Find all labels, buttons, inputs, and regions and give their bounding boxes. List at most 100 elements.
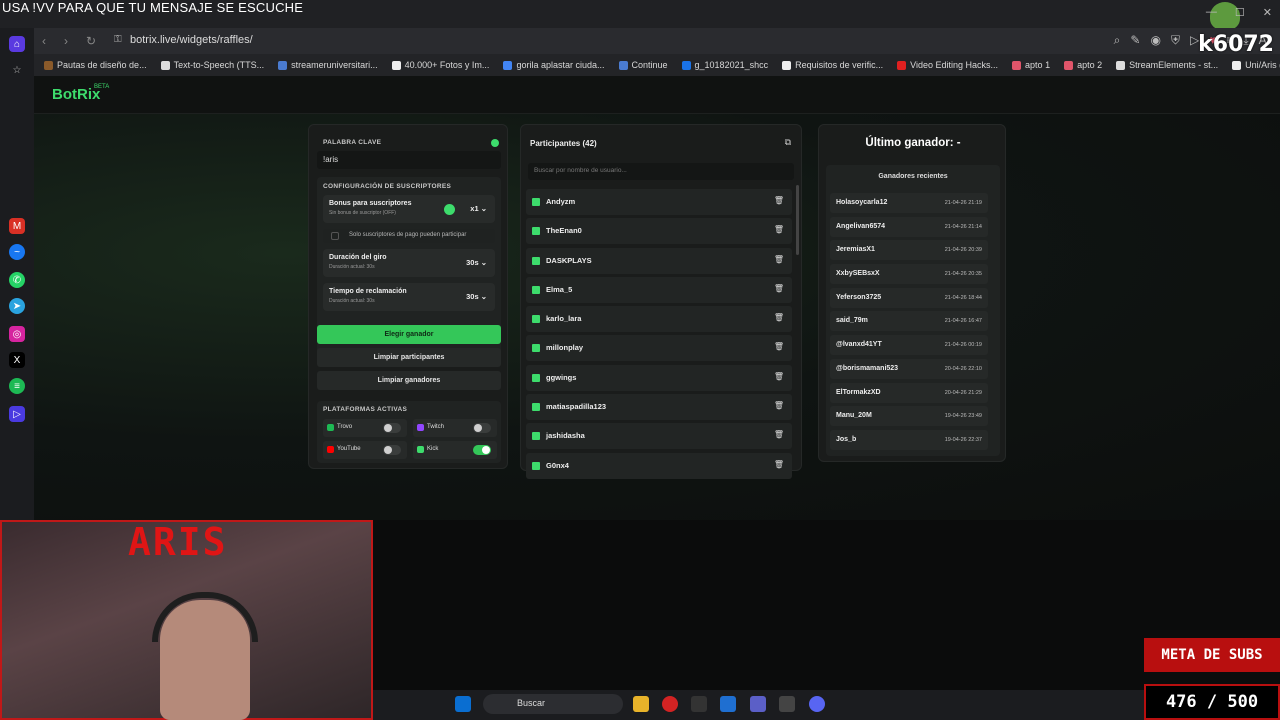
clear-winners-button[interactable]: Limpiar ganadores [317,371,501,390]
app-icon[interactable] [691,696,707,712]
bookmark-item[interactable]: Uni/Aris (@streame... [1232,60,1280,70]
telegram-icon[interactable]: ➤ [9,298,25,314]
recent-winners-title: Ganadores recientes [878,173,948,180]
forward-icon[interactable]: › [64,34,68,48]
instagram-icon[interactable]: ◎ [9,326,25,342]
participant-row: jashidasha 🗑 [526,423,792,450]
bookmark-label: apto 1 [1025,60,1051,70]
bookmark-item[interactable]: gorila aplastar ciuda... [503,60,605,70]
platform-item: Trovo [323,419,407,437]
pick-winner-button[interactable]: Elegir ganador [317,325,501,344]
file-explorer-icon[interactable] [633,696,649,712]
participant-name: ggwings [546,372,577,382]
spin-select[interactable]: 30s ⌄ [466,258,487,267]
bookmark-label: gorila aplastar ciuda... [516,60,605,70]
platform-toggle[interactable] [383,445,401,455]
delete-icon[interactable]: 🗑 [774,284,784,293]
app-icon[interactable] [720,696,736,712]
player-icon[interactable]: ▷ [9,406,25,422]
bookmark-item[interactable]: g_10182021_shcc [681,60,768,70]
close-icon[interactable]: ✕ [1263,6,1272,19]
copy-icon[interactable]: ⧉ [785,137,791,148]
spotify-icon[interactable]: ≡ [9,378,25,394]
bookmark-label: StreamElements - st... [1129,60,1219,70]
bookmark-item[interactable]: Continue [618,60,668,70]
minimize-icon[interactable]: — [1206,6,1217,19]
only-paid-checkbox-row[interactable]: Solo suscriptores de pago pueden partici… [323,229,495,243]
taskbar-search[interactable]: Buscar [483,694,623,714]
only-paid-checkbox[interactable] [331,232,339,240]
delete-icon[interactable]: 🗑 [774,342,784,351]
kick-icon [532,315,540,324]
search-icon[interactable]: ⌕ [1114,33,1121,48]
kick-icon [532,461,540,470]
bookmark-item[interactable]: StreamElements - st... [1116,60,1218,70]
platform-toggle[interactable] [473,445,491,455]
gmail-icon[interactable]: M [9,218,25,234]
participant-name: G0nx4 [546,460,569,470]
bookmark-item[interactable]: Pautas de diseño de... [44,60,147,70]
bookmark-item[interactable]: apto 1 [1012,60,1050,70]
store-icon[interactable] [779,696,795,712]
bonus-info-icon[interactable] [444,204,455,215]
bookmark-label: Uni/Aris (@streame... [1245,60,1280,70]
bookmark-item[interactable]: apto 2 [1064,60,1102,70]
platform-toggle[interactable] [473,423,491,433]
teams-icon[interactable] [750,696,766,712]
start-icon[interactable] [455,696,471,712]
participant-name: Elma_5 [546,284,573,294]
maximize-icon[interactable]: ☐ [1235,6,1245,19]
participant-search-input[interactable]: Buscar por nombre de usuario... [528,163,794,180]
bonus-select[interactable]: x1 ⌄ [470,204,487,213]
winner-row: @lvanxd41YT 21-04-26 00:19 [830,335,988,356]
bookmark-label: apto 2 [1077,60,1103,70]
delete-icon[interactable]: 🗑 [774,313,784,322]
info-icon[interactable] [491,139,499,147]
bookmark-item[interactable]: Requisitos de verific... [782,60,883,70]
window-controls: — ☐ ✕ [1206,6,1272,19]
claim-select[interactable]: 30s ⌄ [466,292,487,301]
winner-row: XxbySEBsxX 21-04-26 20:35 [830,264,988,285]
kick-icon [532,285,540,294]
bookmark-item[interactable]: 40.000+ Fotos y Im... [391,60,489,70]
toggle-knob [474,424,482,432]
keyword-input[interactable]: !aris [317,151,501,169]
messenger-icon[interactable]: ~ [9,244,25,260]
page-header: BotRix BETA [34,76,1280,114]
delete-icon[interactable]: 🗑 [774,196,784,205]
stream-overlay-bar: USA !VV PARA QUE TU MENSAJE SE ESCUCHE —… [0,0,1280,30]
star-icon[interactable]: ☆ [9,62,25,78]
platform-icon [417,446,424,453]
delete-icon[interactable]: 🗑 [774,255,784,264]
toggle-knob [384,424,392,432]
home-icon[interactable]: ⌂ [9,36,25,52]
platform-toggle[interactable] [383,423,401,433]
delete-icon[interactable]: 🗑 [774,401,784,410]
shield-icon[interactable]: ⛨ [1171,33,1180,48]
toggle-knob [384,446,392,454]
spin-title: Duración del giro [329,254,387,261]
clear-participants-button[interactable]: Limpiar participantes [317,348,501,367]
whatsapp-icon[interactable]: ✆ [9,272,25,288]
url-field[interactable]: botrix.live/widgets/raffles/ [130,34,253,46]
delete-icon[interactable]: 🗑 [774,372,784,381]
bookmark-item[interactable]: streameruniversitari... [278,60,378,70]
participant-row: TheEnan0 🗑 [526,218,792,245]
delete-icon[interactable]: 🗑 [774,460,784,469]
bookmark-item[interactable]: Text-to-Speech (TTS... [160,60,264,70]
x-twitter-icon[interactable]: X [9,352,25,368]
winner-date: 21-04-26 21:14 [944,223,982,230]
back-icon[interactable]: ‹ [42,34,46,48]
edit-icon[interactable]: ✎ [1130,33,1140,48]
participant-row: ggwings 🗑 [526,364,792,391]
camera-icon[interactable]: ◉ [1150,33,1160,48]
bookmark-item[interactable]: Video Editing Hacks... [897,60,998,70]
delete-icon[interactable]: 🗑 [774,430,784,439]
participant-name: DASKPLAYS [546,255,592,265]
delete-icon[interactable]: 🗑 [774,225,784,234]
reload-icon[interactable]: ↻ [86,34,96,48]
participants-scrollbar[interactable] [796,185,799,255]
discord-icon[interactable] [809,696,825,712]
opera-icon[interactable] [662,696,678,712]
winner-name: Angelivan6574 [836,222,886,230]
